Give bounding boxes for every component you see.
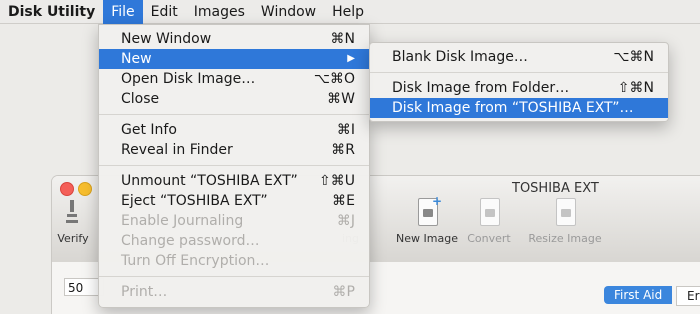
menu-item-label: Blank Disk Image… — [392, 49, 528, 65]
menu-help[interactable]: Help — [324, 0, 372, 24]
menu-images[interactable]: Images — [186, 0, 253, 24]
menu-item-label: Get Info — [121, 122, 177, 138]
menu-item-unmount[interactable]: Unmount “TOSHIBA EXT” ⇧⌘U — [99, 171, 369, 191]
menu-item-label: Enable Journaling — [121, 213, 244, 229]
menu-item-reveal-in-finder[interactable]: Reveal in Finder ⌘R — [99, 140, 369, 160]
file-menu: New Window ⌘N New ▶ Open Disk Image… ⌥⌘O… — [98, 24, 370, 308]
convert-toolbar-button[interactable]: Convert — [454, 198, 524, 245]
convert-label: Convert — [467, 232, 511, 245]
shortcut-label: ⌥⌘O — [313, 71, 355, 87]
menu-item-label: Change password… — [121, 233, 260, 249]
menu-item-label: Close — [121, 91, 160, 107]
new-image-icon: + — [414, 194, 442, 228]
menu-separator — [99, 165, 369, 166]
menu-item-label: Open Disk Image… — [121, 71, 256, 87]
menu-item-disk-image-from-folder[interactable]: Disk Image from Folder… ⇧⌘N — [370, 78, 668, 98]
menu-item-label: Disk Image from Folder… — [392, 80, 570, 96]
menu-item-blank-disk-image[interactable]: Blank Disk Image… ⌥⌘N — [370, 47, 668, 67]
tab-first-aid[interactable]: First Aid — [604, 286, 673, 304]
menu-item-close[interactable]: Close ⌘W — [99, 89, 369, 109]
new-image-toolbar-button[interactable]: + New Image — [392, 194, 462, 245]
shortcut-label: ⌘P — [332, 284, 355, 300]
shortcut-label: ⌘J — [336, 213, 355, 229]
menu-item-eject[interactable]: Eject “TOSHIBA EXT” ⌘E — [99, 191, 369, 211]
menu-item-enable-journaling[interactable]: Enable Journaling ⌘J — [99, 211, 369, 231]
shortcut-label: ⌘I — [336, 122, 355, 138]
menu-edit[interactable]: Edit — [143, 0, 186, 24]
resize-image-label: Resize Image — [528, 232, 602, 245]
shortcut-label: ⇧⌘N — [617, 80, 654, 96]
menu-separator — [99, 276, 369, 277]
menu-item-print[interactable]: Print… ⌘P — [99, 282, 369, 302]
new-image-label: New Image — [396, 232, 458, 245]
new-submenu: Blank Disk Image… ⌥⌘N Disk Image from Fo… — [369, 42, 669, 122]
tab-erase[interactable]: Era — [676, 286, 700, 306]
shortcut-label: ⌘E — [332, 193, 355, 209]
menu-app-name[interactable]: Disk Utility — [0, 0, 103, 24]
menu-item-label: Unmount “TOSHIBA EXT” — [121, 173, 298, 189]
menu-item-label: Disk Image from “TOSHIBA EXT”… — [392, 100, 634, 116]
menu-item-change-password[interactable]: Change password… — [99, 231, 369, 251]
resize-image-toolbar-button[interactable]: Resize Image — [520, 198, 610, 245]
menu-separator — [370, 72, 668, 73]
menu-item-label: Reveal in Finder — [121, 142, 233, 158]
menu-item-label: Print… — [121, 284, 168, 300]
submenu-arrow-icon: ▶ — [347, 53, 355, 64]
shortcut-label: ⌥⌘N — [613, 49, 654, 65]
minimize-window-button[interactable] — [78, 182, 92, 196]
menu-item-turn-off-encryption[interactable]: Turn Off Encryption… — [99, 251, 369, 271]
menu-item-label: Turn Off Encryption… — [121, 253, 270, 269]
menu-item-open-disk-image[interactable]: Open Disk Image… ⌥⌘O — [99, 69, 369, 89]
close-window-button[interactable] — [60, 182, 74, 196]
window-title: TOSHIBA EXT — [512, 181, 599, 196]
menu-item-new-window[interactable]: New Window ⌘N — [99, 29, 369, 49]
menu-item-new[interactable]: New ▶ — [99, 49, 369, 69]
menu-item-label: Eject “TOSHIBA EXT” — [121, 193, 268, 209]
menu-file[interactable]: File — [103, 0, 143, 24]
menu-item-get-info[interactable]: Get Info ⌘I — [99, 120, 369, 140]
shortcut-label: ⌘N — [330, 31, 355, 47]
shortcut-label: ⇧⌘U — [319, 173, 355, 189]
microscope-icon — [60, 198, 86, 228]
menu-bar: Disk Utility File Edit Images Window Hel… — [0, 0, 700, 24]
convert-icon — [476, 198, 502, 228]
menu-item-disk-image-from-toshiba[interactable]: Disk Image from “TOSHIBA EXT”… — [370, 98, 668, 118]
menu-item-label: New — [121, 51, 152, 67]
menu-window[interactable]: Window — [253, 0, 324, 24]
shortcut-label: ⌘R — [331, 142, 355, 158]
menu-separator — [99, 114, 369, 115]
shortcut-label: ⌘W — [327, 91, 355, 107]
resize-image-icon — [552, 198, 578, 228]
menu-item-label: New Window — [121, 31, 212, 47]
